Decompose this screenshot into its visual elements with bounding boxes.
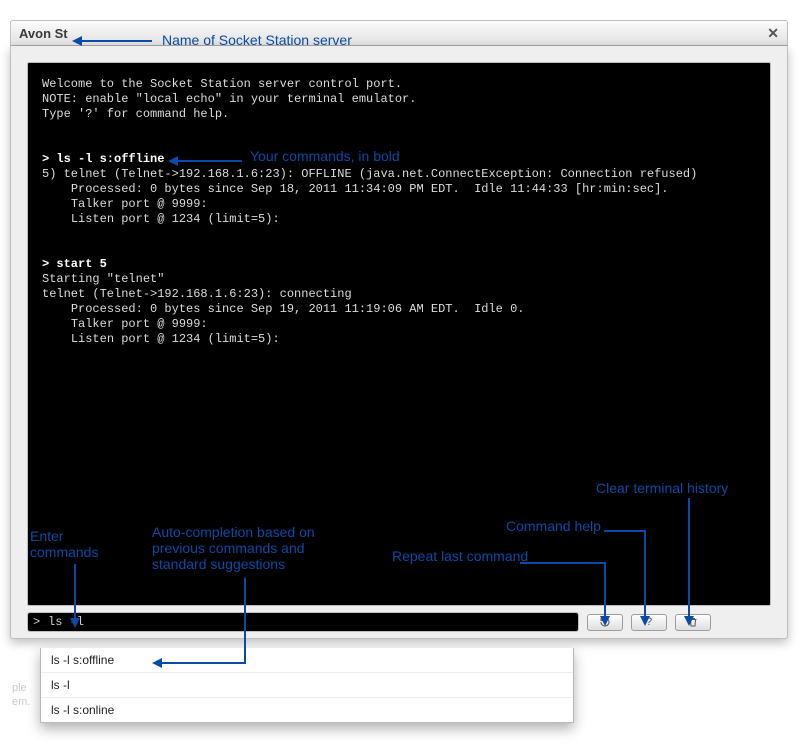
annot-arrow [82, 40, 152, 42]
annot-arrow-head [70, 618, 80, 628]
annot-arrow [520, 562, 604, 564]
app-window: Avon St ✕ Welcome to the Socket Station … [10, 20, 788, 639]
terminal-welcome-1: NOTE: enable "local echo" in your termin… [42, 92, 416, 106]
command-input-wrap: > [27, 612, 579, 632]
terminal-out-0-2: Talker port @ 9999: [42, 197, 208, 211]
annot-arrow-head [152, 658, 162, 668]
annot-arrow [244, 578, 246, 664]
terminal-out-1-1: telnet (Telnet->192.168.1.6:23): connect… [42, 287, 352, 301]
terminal-output: Welcome to the Socket Station server con… [27, 62, 771, 606]
terminal-out-1-2: Processed: 0 bytes since Sep 19, 2011 11… [42, 302, 525, 316]
terminal-out-0-1: Processed: 0 bytes since Sep 18, 2011 11… [42, 182, 669, 196]
terminal-cmd-1: > start 5 [42, 257, 107, 271]
terminal-out-1-4: Listen port @ 1234 (limit=5): [42, 332, 280, 346]
close-icon[interactable]: ✕ [767, 25, 779, 42]
annot-arrow [178, 160, 242, 162]
titlebar: Avon St ✕ [10, 20, 788, 46]
annot-arrow-head [640, 616, 650, 626]
autocomplete-item[interactable]: ls -l s:offline [41, 648, 573, 672]
terminal-out-1-0: Starting "telnet" [42, 272, 164, 286]
command-input[interactable] [27, 612, 579, 632]
annot-arrow [162, 662, 246, 664]
annot-arrow-head [168, 156, 178, 166]
terminal-welcome-2: Type '?' for command help. [42, 107, 229, 121]
autocomplete-item[interactable]: ls -l [41, 672, 573, 697]
annot-arrow [688, 498, 690, 618]
command-row: > ? [27, 612, 771, 632]
bg-hint-left: ple [12, 682, 27, 694]
terminal-out-0-3: Listen port @ 1234 (limit=5): [42, 212, 280, 226]
autocomplete-popup: ls -l s:offline ls -l ls -l s:online [40, 648, 574, 723]
terminal-welcome-0: Welcome to the Socket Station server con… [42, 77, 402, 91]
annot-arrow [604, 562, 606, 618]
annot-arrow-head [600, 616, 610, 626]
bg-hint-right: em. [12, 696, 30, 708]
terminal-cmd-0: > ls -l s:offline [42, 152, 164, 166]
window-title: Avon St [19, 26, 68, 41]
annot-arrow-head [684, 616, 694, 626]
annot-arrow [644, 530, 646, 618]
terminal-out-0-0: 5) telnet (Telnet->192.168.1.6:23): OFFL… [42, 167, 697, 181]
autocomplete-item[interactable]: ls -l s:online [41, 697, 573, 722]
annot-arrow-head [72, 36, 82, 46]
terminal-out-1-3: Talker port @ 9999: [42, 317, 208, 331]
annot-arrow [604, 530, 644, 532]
annot-arrow [74, 564, 76, 620]
content-wrap: Welcome to the Socket Station server con… [10, 46, 788, 639]
